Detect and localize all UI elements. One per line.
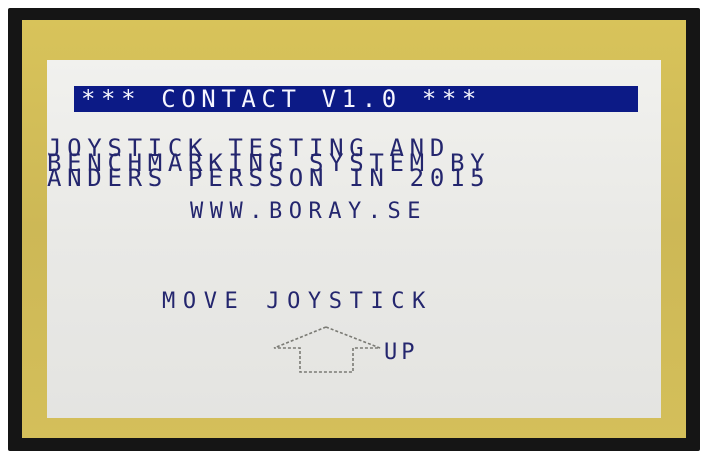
title-text: *** CONTACT V1.0 *** — [81, 85, 482, 113]
title-bar: *** CONTACT V1.0 *** — [74, 86, 638, 112]
direction-label: UP — [384, 340, 419, 365]
arrow-up-icon — [273, 326, 381, 373]
instruction-prompt: MOVE JOYSTICK — [162, 289, 433, 314]
description-line-3: ANDERS PERSSON IN 2015 — [47, 164, 491, 192]
website-url: WWW.BORAY.SE — [190, 199, 427, 224]
